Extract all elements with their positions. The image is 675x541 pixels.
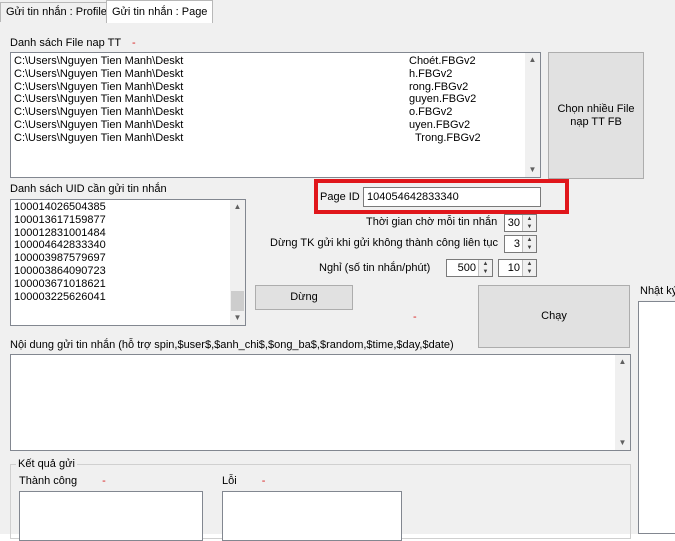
list-item[interactable]: uyen.FBGv2 [409, 119, 481, 132]
results-group-label: Kết quả gửi [16, 458, 77, 470]
stop-fail-value: 3 [513, 238, 520, 250]
list-item[interactable]: rong.FBGv2 [409, 81, 481, 94]
run-button[interactable]: Chạy [478, 285, 630, 348]
file-list-marker: - [131, 37, 136, 49]
rest-messages-stepper[interactable]: 500 ▲ ▼ [446, 259, 493, 277]
spin-up-icon[interactable]: ▲ [523, 260, 536, 268]
stop-button-label: Dừng [290, 291, 318, 303]
stop-fail-stepper[interactable]: 3 ▲ ▼ [504, 235, 537, 253]
rest-label: Nghỉ (số tin nhắn/phút) [319, 262, 431, 274]
list-item[interactable]: 100013617159877 [14, 214, 242, 227]
page-id-input[interactable]: 104054642833340 [363, 187, 541, 207]
list-item[interactable]: Trong.FBGv2 [409, 132, 481, 145]
list-item[interactable]: C:\Users\Nguyen Tien Manh\Deskt [14, 132, 183, 145]
uid-list-scrollbar[interactable]: ▲ ▼ [230, 200, 245, 325]
list-item[interactable]: h.FBGv2 [409, 68, 481, 81]
rest-messages-value: 500 [457, 262, 476, 274]
file-list-label: Danh sách File nap TT - [10, 37, 136, 49]
success-label: Thành công - [19, 475, 106, 487]
list-item[interactable]: C:\Users\Nguyen Tien Manh\Deskt [14, 55, 183, 68]
message-label: Nội dung gửi tin nhắn (hỗ trợ spin,$user… [10, 339, 454, 351]
error-label-text: Lỗi [222, 475, 237, 487]
list-item[interactable]: 100012831001484 [14, 227, 242, 240]
spin-buttons[interactable]: ▲ ▼ [522, 236, 536, 252]
list-item[interactable]: 100004642833340 [14, 239, 242, 252]
redacted-area [184, 54, 409, 154]
spin-down-icon[interactable]: ▼ [523, 223, 536, 231]
rest-minutes-stepper[interactable]: 10 ▲ ▼ [498, 259, 537, 277]
run-button-label: Chạy [541, 310, 567, 322]
file-list-left-column: C:\Users\Nguyen Tien Manh\Deskt C:\Users… [14, 55, 183, 145]
spin-buttons[interactable]: ▲ ▼ [522, 215, 536, 231]
list-item[interactable]: C:\Users\Nguyen Tien Manh\Deskt [14, 93, 183, 106]
scroll-down-arrow-icon[interactable]: ▼ [230, 311, 245, 325]
spin-buttons[interactable]: ▲ ▼ [522, 260, 536, 276]
list-item[interactable]: C:\Users\Nguyen Tien Manh\Deskt [14, 106, 183, 119]
rest-minutes-value: 10 [507, 262, 520, 274]
wait-time-label: Thời gian chờ mỗi tin nhắn [366, 216, 498, 228]
list-item[interactable]: C:\Users\Nguyen Tien Manh\Deskt [14, 81, 183, 94]
uid-list[interactable]: 100014026504385 100013617159877 10001283… [10, 199, 246, 326]
list-item[interactable]: o.FBGv2 [409, 106, 481, 119]
tab-profile-label: Gửi tin nhắn : Profile [6, 6, 107, 18]
choose-files-button-label: Chọn nhiều File nạp TT FB [557, 102, 635, 128]
file-list-label-text: Danh sách File nap TT [10, 37, 121, 49]
uid-list-label: Danh sách UID cần gửi tin nhắn [10, 183, 167, 195]
scroll-up-arrow-icon[interactable]: ▲ [615, 355, 630, 369]
list-item[interactable]: guyen.FBGv2 [409, 93, 481, 106]
message-scrollbar[interactable]: ▲ ▼ [615, 355, 630, 450]
list-item[interactable]: 100003671018621 [14, 278, 242, 291]
wait-time-stepper[interactable]: 30 ▲ ▼ [504, 214, 537, 232]
success-marker: - [102, 475, 106, 487]
choose-files-button[interactable]: Chọn nhiều File nạp TT FB [548, 52, 644, 179]
file-list-scrollbar[interactable]: ▲ ▼ [525, 53, 540, 177]
success-label-text: Thành công [19, 475, 78, 487]
file-list[interactable]: C:\Users\Nguyen Tien Manh\Deskt C:\Users… [10, 52, 541, 178]
spin-down-icon[interactable]: ▼ [523, 244, 536, 252]
scroll-up-arrow-icon[interactable]: ▲ [230, 200, 245, 214]
stop-marker: - [413, 311, 417, 323]
scroll-down-arrow-icon[interactable]: ▼ [615, 436, 630, 450]
list-item[interactable]: Choét.FBGv2 [409, 55, 481, 68]
list-item[interactable]: 100003225626041 [14, 291, 242, 304]
error-label: Lỗi - [222, 475, 265, 487]
list-item[interactable]: 100003987579697 [14, 252, 242, 265]
message-textarea[interactable]: ▲ ▼ [10, 354, 631, 451]
spin-up-icon[interactable]: ▲ [523, 215, 536, 223]
list-item[interactable]: C:\Users\Nguyen Tien Manh\Deskt [14, 68, 183, 81]
scroll-up-arrow-icon[interactable]: ▲ [525, 53, 540, 67]
log-label: Nhật ký [640, 285, 675, 297]
error-marker: - [261, 475, 266, 487]
wait-time-value: 30 [507, 217, 520, 229]
file-list-right-column: Choét.FBGv2 h.FBGv2 rong.FBGv2 guyen.FBG… [409, 55, 481, 145]
scroll-down-arrow-icon[interactable]: ▼ [525, 163, 540, 177]
list-item[interactable]: C:\Users\Nguyen Tien Manh\Deskt [14, 119, 183, 132]
tab-page-label: Gửi tin nhắn : Page [112, 6, 208, 18]
list-item[interactable]: 100003864090723 [14, 265, 242, 278]
spin-up-icon[interactable]: ▲ [523, 236, 536, 244]
spin-down-icon[interactable]: ▼ [523, 268, 536, 276]
stop-fail-label: Dừng TK gửi khi gửi không thành công liê… [270, 237, 498, 249]
scroll-thumb[interactable] [231, 291, 244, 311]
page-id-label: Page ID [320, 191, 360, 203]
tab-page[interactable]: Gửi tin nhắn : Page [106, 0, 214, 23]
stop-button[interactable]: Dừng [255, 285, 353, 310]
spin-down-icon[interactable]: ▼ [479, 268, 492, 276]
tab-profile[interactable]: Gửi tin nhắn : Profile [0, 2, 113, 22]
spin-up-icon[interactable]: ▲ [479, 260, 492, 268]
log-textbox[interactable] [638, 301, 675, 534]
spin-buttons[interactable]: ▲ ▼ [478, 260, 492, 276]
list-item[interactable]: 100014026504385 [14, 201, 242, 214]
